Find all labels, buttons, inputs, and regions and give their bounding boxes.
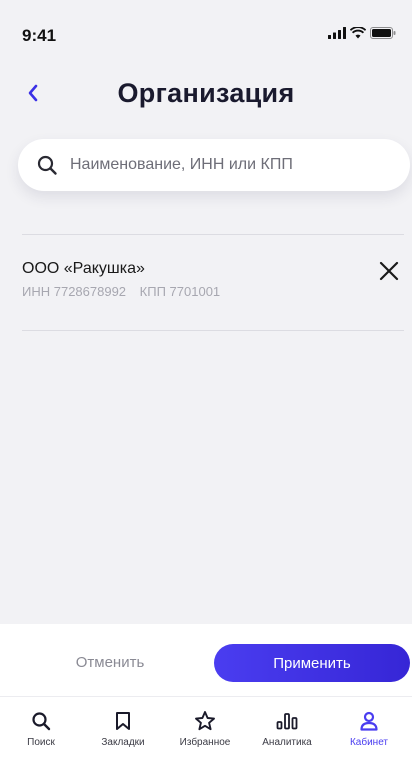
apply-button[interactable]: Применить bbox=[214, 644, 410, 682]
org-inn: ИНН 7728678992 bbox=[22, 284, 127, 299]
nav-item-analytics[interactable]: Аналитика bbox=[246, 697, 328, 763]
signal-icon bbox=[328, 27, 346, 39]
org-details: ИНН 7728678992 КПП 7701001 bbox=[22, 284, 220, 299]
header: Организация bbox=[0, 60, 412, 130]
search-bar[interactable] bbox=[18, 139, 410, 191]
nav-label: Кабинет bbox=[349, 737, 389, 748]
nav-label: Аналитика bbox=[262, 737, 312, 748]
user-icon bbox=[359, 709, 379, 733]
nav-label: Закладки bbox=[101, 737, 145, 748]
nav-label: Избранное bbox=[179, 737, 231, 748]
search-icon bbox=[31, 709, 51, 733]
close-icon bbox=[379, 261, 399, 281]
nav-item-bookmarks[interactable]: Закладки bbox=[82, 697, 164, 763]
divider bbox=[22, 330, 404, 331]
divider bbox=[22, 234, 404, 235]
cancel-button[interactable]: Отменить bbox=[40, 644, 180, 680]
search-icon bbox=[36, 154, 58, 176]
bar-chart-icon bbox=[276, 709, 298, 733]
org-name: ООО «Ракушка» bbox=[22, 260, 145, 277]
status-time: 9:41 bbox=[22, 26, 57, 45]
bookmark-icon bbox=[115, 709, 131, 733]
nav-item-search[interactable]: Поиск bbox=[0, 697, 82, 763]
remove-org-button[interactable] bbox=[376, 258, 402, 284]
action-bar: Отменить Применить bbox=[0, 624, 412, 696]
page-title: Организация bbox=[117, 78, 295, 108]
nav-item-cabinet[interactable]: Кабинет bbox=[328, 697, 410, 763]
list-item: ООО «Ракушка» ИНН 7728678992 КПП 7701001 bbox=[22, 250, 406, 322]
nav-item-favorites[interactable]: Избранное bbox=[164, 697, 246, 763]
org-kpp: КПП 7701001 bbox=[139, 284, 221, 299]
status-bar: 9:41 bbox=[0, 0, 412, 60]
bottom-nav: Поиск Закладки Избранное Аналитика Кабин… bbox=[0, 696, 412, 763]
star-icon bbox=[194, 709, 216, 733]
search-input[interactable] bbox=[70, 156, 370, 174]
status-icons bbox=[328, 27, 396, 39]
app-screen: 9:41 Организация Наименование, ИНН или К… bbox=[0, 0, 412, 763]
battery-icon bbox=[370, 27, 396, 39]
nav-label: Поиск bbox=[27, 737, 55, 748]
wifi-icon bbox=[350, 27, 366, 39]
